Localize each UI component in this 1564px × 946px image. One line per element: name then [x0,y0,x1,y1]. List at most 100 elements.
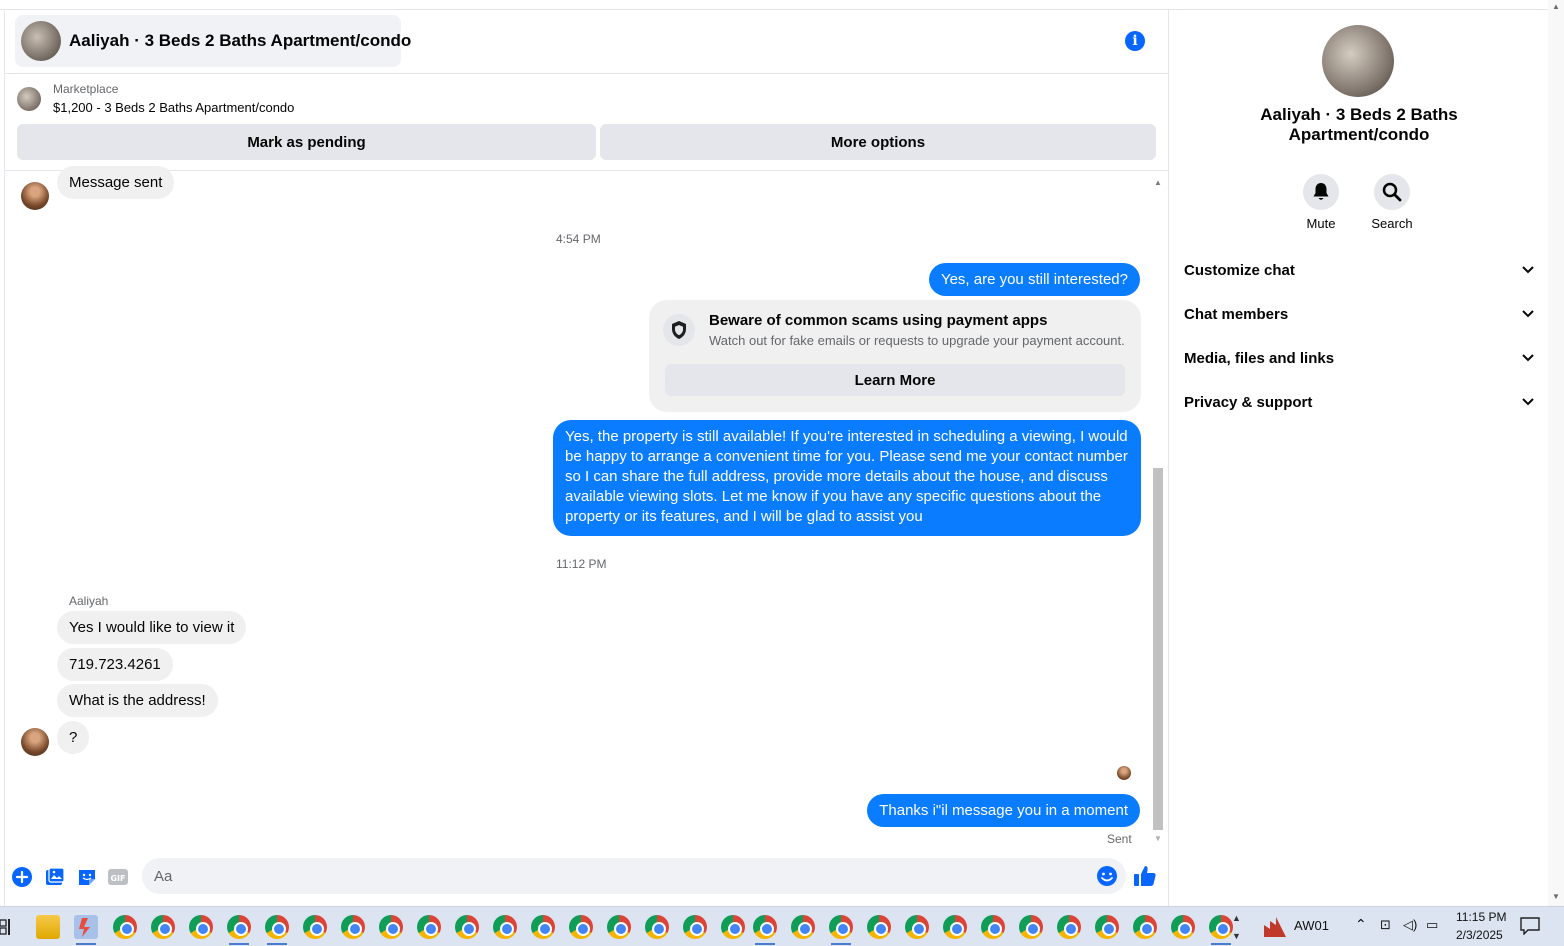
taskbar-overflow-arrows[interactable]: ▲ ▼ [1232,909,1241,945]
info-icon[interactable]: i [1125,31,1145,51]
plus-icon[interactable] [11,866,33,888]
message-input[interactable] [154,858,1084,894]
mark-as-pending-button[interactable]: Mark as pending [17,124,596,160]
sender-name: Aaliyah [69,594,109,608]
listing-price: $1,200 - 3 Beds 2 Baths Apartment/condo [53,100,295,115]
sent-status: Sent [1107,832,1132,846]
aw01-app-icon[interactable] [1262,915,1288,939]
chrome-icon[interactable] [1133,915,1157,939]
chrome-icon[interactable] [493,915,517,939]
chrome-icon[interactable] [905,915,929,939]
task-view-icon[interactable] [0,917,14,937]
chrome-icon[interactable] [341,915,365,939]
more-options-button[interactable]: More options [600,124,1156,160]
chrome-icon[interactable] [683,915,707,939]
chrome-icon[interactable] [829,915,853,945]
notification-icon[interactable] [1520,917,1540,936]
timestamp: 11:12 PM [556,557,607,571]
chevron-up-icon[interactable]: ⌃ [1355,916,1367,933]
chrome-icon[interactable] [303,915,327,939]
chrome-icon[interactable] [227,915,251,945]
chrome-icon[interactable] [417,915,441,939]
app-icon[interactable] [74,915,98,945]
section-media-files-links[interactable]: Media, files and links [1184,336,1534,380]
gif-icon[interactable]: GIF [107,866,129,888]
chrome-icon[interactable] [379,915,403,939]
learn-more-button[interactable]: Learn More [665,364,1125,396]
scroll-thumb[interactable] [1153,468,1163,830]
incoming-message: Yes I would like to view it [57,611,247,644]
clock-time[interactable]: 11:15 PM [1456,910,1506,924]
chrome-icon[interactable] [151,915,175,939]
sticker-icon[interactable] [76,866,98,888]
chrome-icon[interactable] [981,915,1005,939]
clock-date[interactable]: 2/3/2025 [1456,928,1503,942]
chevron-down-icon [1522,266,1534,274]
chat-info-panel: Aaliyah · 3 Beds 2 Baths Apartment/condo… [1168,10,1548,906]
chrome-icon[interactable] [1209,915,1233,945]
incoming-message: What is the address! [57,684,218,717]
listing-avatar [21,21,61,61]
chrome-icon[interactable] [645,915,669,939]
chrome-icon[interactable] [791,915,815,939]
scroll-down-arrow-icon[interactable]: ▼ [1152,834,1164,844]
section-privacy-support[interactable]: Privacy & support [1184,380,1534,424]
chevron-down-icon [1522,310,1534,318]
message-line: property or its features, and I will be … [565,508,923,525]
app-label[interactable]: AW01 [1294,918,1329,933]
search-icon [1374,174,1410,210]
file-explorer-icon[interactable] [36,915,60,939]
chrome-icon[interactable] [753,915,777,945]
incoming-message: Message sent [57,166,175,199]
chrome-icon[interactable] [265,915,289,945]
chrome-icon[interactable] [1019,915,1043,939]
marketplace-listing[interactable]: Marketplace $1,200 - 3 Beds 2 Baths Apar… [17,82,294,115]
chrome-icon[interactable] [943,915,967,939]
section-label: Customize chat [1184,261,1295,279]
chrome-icon[interactable] [113,915,137,939]
scroll-up-arrow-icon[interactable]: ▲ [1152,178,1164,188]
bell-icon [1303,174,1339,210]
listing-actions: Mark as pending More options [17,124,1156,160]
chrome-icon[interactable] [1057,915,1081,939]
chrome-icon[interactable] [455,915,479,939]
chrome-icon[interactable] [1171,915,1195,939]
divider [5,73,1168,74]
network-icon[interactable]: ▭ [1426,917,1438,933]
section-chat-members[interactable]: Chat members [1184,292,1534,336]
listing-avatar[interactable] [1322,25,1394,97]
chrome-icon[interactable] [1095,915,1119,939]
speaker-icon[interactable]: ◁) [1403,917,1417,933]
chrome-icon[interactable] [607,915,631,939]
scroll-down-arrow-icon[interactable]: ▼ [1552,892,1560,901]
emoji-icon[interactable] [1096,865,1118,887]
section-label: Media, files and links [1184,349,1335,367]
section-customize-chat[interactable]: Customize chat [1184,248,1534,292]
read-receipt-avatar [1117,766,1131,780]
section-label: Privacy & support [1184,393,1313,411]
thumbs-up-icon[interactable] [1133,864,1159,890]
timestamp: 4:54 PM [556,232,601,246]
scroll-up-arrow-icon[interactable]: ▲ [1552,2,1560,11]
page-scrollbar[interactable]: ▲ ▼ [1548,0,1564,906]
chrome-icon[interactable] [867,915,891,939]
scam-warning-title: Beware of common scams using payment app… [709,312,1048,329]
message-input-container [142,858,1126,894]
photo-icon[interactable] [44,866,66,888]
message-scrollbar[interactable]: ▲ ▼ [1152,178,1164,846]
chrome-icon[interactable] [531,915,555,939]
search-button[interactable]: Search [1352,174,1432,231]
active-indicator [1211,943,1231,945]
outgoing-message: Yes, are you still interested? [928,263,1140,296]
chrome-icon[interactable] [721,915,745,939]
scam-warning-card: Beware of common scams using payment app… [649,300,1141,412]
mute-button[interactable]: Mute [1281,174,1361,231]
chrome-icon[interactable] [189,915,213,939]
active-indicator [229,943,249,945]
chat-panel: Aaliyah · 3 Beds 2 Baths Apartment/condo… [4,10,1168,906]
chrome-icon[interactable] [569,915,593,939]
outgoing-message: Yes, the property is still available! If… [553,420,1141,536]
chat-header-button[interactable]: Aaliyah · 3 Beds 2 Baths Apartment/condo [15,15,411,67]
active-indicator [76,943,96,945]
tray-icon[interactable]: ⊡ [1380,917,1391,933]
